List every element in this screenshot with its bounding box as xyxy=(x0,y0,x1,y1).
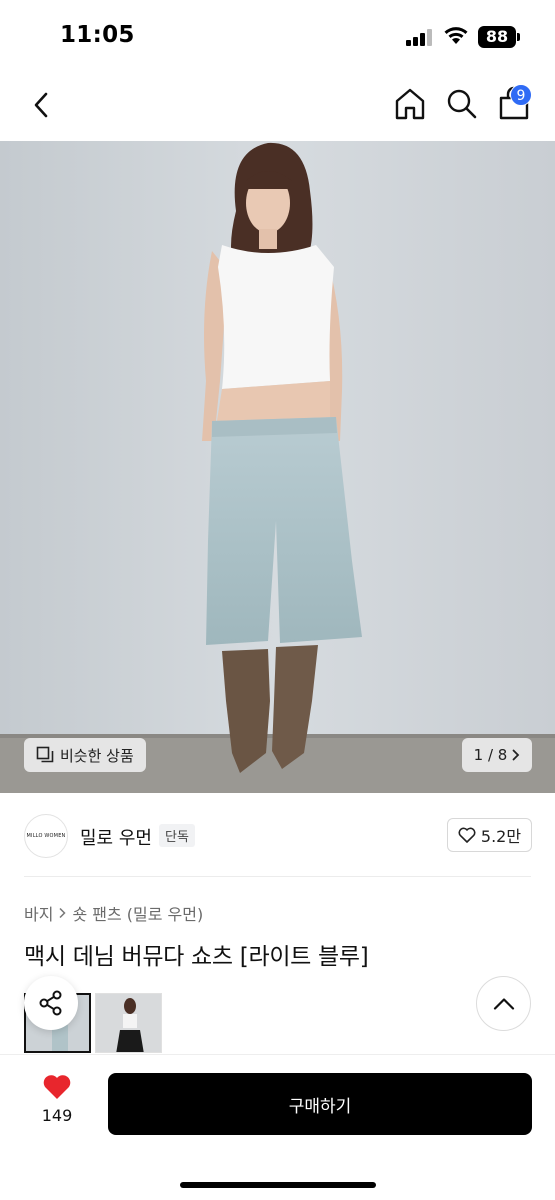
status-bar: 11:05 88 xyxy=(0,0,555,70)
chevron-right-icon xyxy=(59,907,67,919)
home-indicator xyxy=(180,1182,376,1188)
home-icon xyxy=(395,88,425,120)
buy-button[interactable]: 구매하기 xyxy=(108,1073,532,1135)
breadcrumb-category[interactable]: 바지 xyxy=(24,901,53,925)
brand-row: MILLO WOMEN 밀로 우먼 단독 5.2만 xyxy=(0,808,555,868)
chevron-up-icon xyxy=(493,997,514,1010)
status-time: 11:05 xyxy=(60,22,135,48)
back-button[interactable] xyxy=(26,88,56,122)
battery-cap xyxy=(517,33,520,41)
cellular-signal-icon xyxy=(406,28,434,46)
brand-logo[interactable]: MILLO WOMEN xyxy=(24,814,68,858)
breadcrumb: 바지 숏 팬츠 (밀로 우먼) xyxy=(24,901,203,925)
product-title: 맥시 데님 버뮤다 쇼츠 [라이트 블루] xyxy=(24,944,369,970)
similar-products-label: 비슷한 상품 xyxy=(60,746,134,765)
heart-filled-icon xyxy=(43,1075,71,1099)
nav-bar xyxy=(0,70,555,140)
back-icon xyxy=(34,92,48,118)
home-button[interactable] xyxy=(392,86,428,122)
divider xyxy=(24,876,531,877)
image-counter-text: 1 / 8 xyxy=(473,746,508,764)
scroll-top-button[interactable] xyxy=(476,976,531,1031)
cart-count-badge: 9 xyxy=(510,84,532,106)
image-counter[interactable]: 1 / 8 xyxy=(462,738,532,772)
product-image[interactable] xyxy=(0,141,555,793)
chevron-right-icon xyxy=(512,749,520,761)
share-button[interactable] xyxy=(24,976,78,1030)
search-icon xyxy=(447,89,477,119)
brand-like-button[interactable]: 5.2만 xyxy=(447,818,532,852)
product-photo-illustration xyxy=(0,141,555,793)
exclusive-badge: 단독 xyxy=(159,824,195,847)
battery-level: 88 xyxy=(478,26,516,48)
wishlist-count: 149 xyxy=(41,1106,73,1125)
search-button[interactable] xyxy=(444,86,480,122)
brand-name[interactable]: 밀로 우먼 xyxy=(80,824,152,850)
breadcrumb-subcategory[interactable]: 숏 팬츠 (밀로 우먼) xyxy=(72,901,203,925)
thumbnail-2[interactable] xyxy=(95,993,162,1053)
similar-items-icon xyxy=(36,746,54,763)
wishlist-button[interactable]: 149 xyxy=(28,1073,86,1133)
similar-products-button[interactable]: 비슷한 상품 xyxy=(24,738,146,772)
share-icon xyxy=(39,990,62,1016)
wifi-icon xyxy=(444,27,468,44)
bottom-action-bar: 149 구매하기 xyxy=(0,1054,555,1200)
heart-outline-icon xyxy=(458,827,476,843)
brand-like-count: 5.2만 xyxy=(480,827,522,846)
